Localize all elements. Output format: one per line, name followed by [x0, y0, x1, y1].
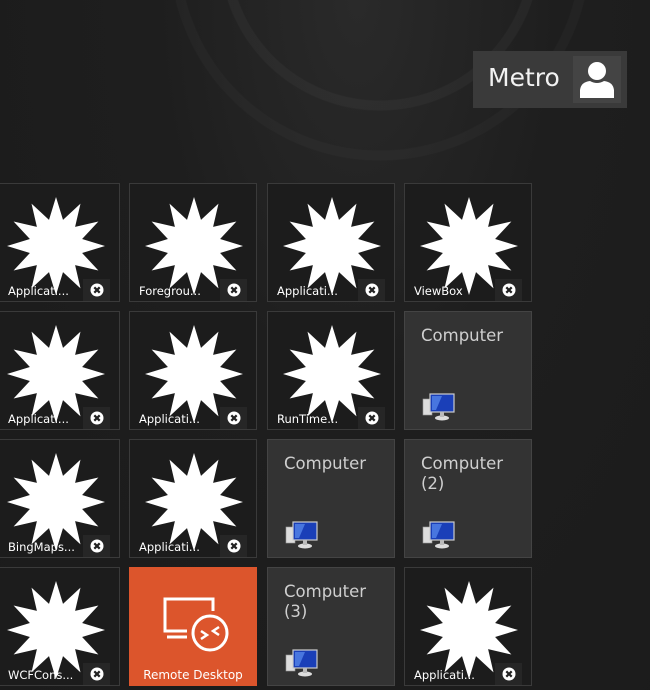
close-icon: [365, 283, 379, 297]
computer-tile[interactable]: Computer (3): [267, 567, 395, 686]
computer-icon: [285, 520, 319, 554]
tile-label: Computer: [421, 326, 504, 345]
close-app-button[interactable]: [220, 407, 247, 429]
close-app-button[interactable]: [358, 407, 385, 429]
app-tile[interactable]: BingMaps...: [0, 439, 120, 558]
tile-label: Applicati...: [139, 412, 200, 426]
app-tile[interactable]: WCFCons...: [0, 567, 120, 686]
app-tile[interactable]: Applicati...: [404, 567, 532, 686]
tile-label: Foregrou...: [139, 284, 201, 298]
close-icon: [502, 283, 516, 297]
tile-label: ViewBox: [414, 284, 463, 298]
app-tile[interactable]: Applicati...: [0, 311, 120, 430]
app-tile[interactable]: Foregrou...: [129, 183, 257, 302]
computer-tile[interactable]: Computer: [267, 439, 395, 558]
tile-label: Remote Desktop: [143, 668, 243, 682]
close-app-button[interactable]: [220, 279, 247, 301]
user-account-button[interactable]: Metro: [473, 51, 627, 108]
tile-label: Computer: [284, 454, 367, 473]
tile-label: Applicati...: [139, 540, 200, 554]
computer-tile[interactable]: Computer (2): [404, 439, 532, 558]
close-app-button[interactable]: [83, 407, 110, 429]
tile-label: RunTime...: [277, 412, 339, 426]
computer-icon: [422, 520, 456, 554]
user-icon: [573, 56, 621, 103]
tile-label: WCFCons...: [8, 668, 74, 682]
close-icon: [502, 667, 516, 681]
close-app-button[interactable]: [83, 663, 110, 685]
close-app-button[interactable]: [495, 279, 522, 301]
close-app-button[interactable]: [83, 279, 110, 301]
tile-label: Applicati...: [8, 284, 69, 298]
app-tile[interactable]: Applicati...: [129, 439, 257, 558]
app-tile[interactable]: ViewBox: [404, 183, 532, 302]
computer-icon: [422, 392, 456, 426]
close-icon: [90, 539, 104, 553]
app-tile[interactable]: Applicati...: [129, 311, 257, 430]
close-icon: [90, 667, 104, 681]
close-icon: [365, 411, 379, 425]
tile-label: Computer (3): [284, 582, 367, 621]
app-tile[interactable]: RunTime...: [267, 311, 395, 430]
close-app-button[interactable]: [83, 535, 110, 557]
tile-label: Applicati...: [8, 412, 69, 426]
close-icon: [227, 411, 241, 425]
user-name: Metro: [488, 63, 560, 92]
tile-label: BingMaps...: [8, 540, 75, 554]
remote-desktop-icon: [159, 595, 229, 661]
close-app-button[interactable]: [358, 279, 385, 301]
remote-desktop-tile[interactable]: Remote Desktop: [129, 567, 257, 686]
app-tile[interactable]: Applicati...: [0, 183, 120, 302]
computer-icon: [285, 648, 319, 682]
tile-label: Computer (2): [421, 454, 504, 493]
computer-tile[interactable]: Computer: [404, 311, 532, 430]
app-tile[interactable]: Applicati...: [267, 183, 395, 302]
tile-label: Applicati...: [277, 284, 338, 298]
close-app-button[interactable]: [220, 535, 247, 557]
close-icon: [90, 411, 104, 425]
tile-label: Applicati...: [414, 668, 475, 682]
close-app-button[interactable]: [495, 663, 522, 685]
close-icon: [227, 539, 241, 553]
close-icon: [227, 283, 241, 297]
close-icon: [90, 283, 104, 297]
